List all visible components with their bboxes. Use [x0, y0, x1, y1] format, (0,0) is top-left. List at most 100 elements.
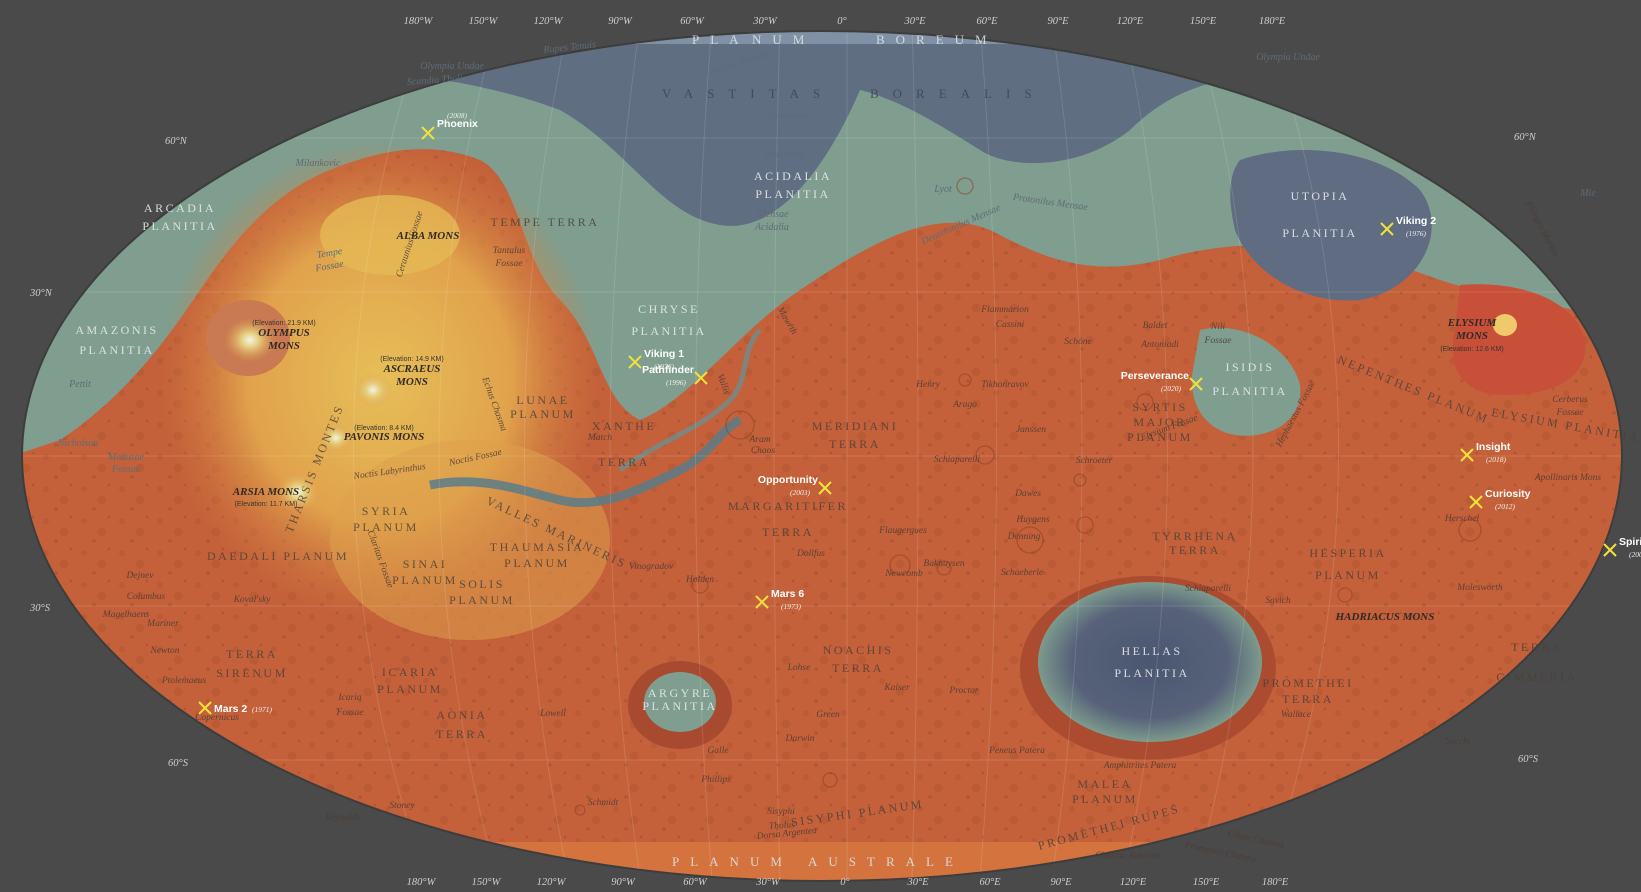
region-label: CHRYSE: [638, 302, 700, 316]
region-label: SYRTIS: [1132, 400, 1188, 414]
region-label: PLANUM: [1315, 568, 1381, 582]
landing-site-name: Spirit: [1619, 536, 1641, 548]
volcano-elevation-label: (Elevation: 14.9 KM): [380, 356, 443, 363]
feature-label: Baldet: [1143, 321, 1168, 331]
feature-label: Lomonosov: [766, 110, 814, 121]
region-label: AMAZONIS: [75, 323, 158, 337]
lat-label-60s-left: 60°S: [168, 758, 189, 769]
feature-label: Icaria: [337, 693, 361, 703]
mars-topographic-map: 180°W 150°W 120°W 90°W 60°W 30°W 0° 30°E 60°E 90°…: [21, 16, 1641, 888]
region-label: HELLAS: [1122, 644, 1183, 658]
landing-site-year: (2018): [1486, 455, 1506, 464]
region-label: UTOPIA: [1291, 189, 1350, 203]
feature-label: Molesworth: [1456, 583, 1503, 593]
landing-site-name: Insight: [1476, 441, 1511, 453]
region-label: ICARIA: [382, 665, 438, 679]
feature-label: Chasma Australe: [1095, 851, 1161, 861]
region-label: PLANUM: [353, 520, 419, 534]
feature-label: Fossae: [1556, 408, 1584, 418]
feature-label: Ulluin Chasma: [1226, 829, 1285, 851]
landing-site-spirit[interactable]: Spirit (2003): [1603, 536, 1641, 559]
feature-label: Holden: [685, 575, 714, 585]
longitude-top-label: 150°E: [1190, 16, 1217, 27]
longitude-bottom-label: 90°E: [1050, 877, 1072, 888]
feature-label: Peneus Patera: [988, 746, 1045, 756]
mars-map-stage: 180°W 150°W 120°W 90°W 60°W 30°W 0° 30°E 60°E 90°…: [0, 0, 1641, 892]
feature-label: Reynolds: [325, 813, 361, 823]
region-label: LUNAE: [516, 393, 569, 407]
feature-label: Pettit: [68, 379, 91, 390]
feature-label: Dollfus: [796, 548, 825, 559]
landing-site-year: (2008): [447, 111, 467, 120]
feature-label: Schaeberle: [1001, 568, 1043, 578]
feature-label: Match: [587, 433, 613, 443]
feature-label: Kaiser: [883, 683, 910, 693]
landing-site-year: (1971): [252, 705, 272, 714]
longitude-top-label: 120°W: [534, 16, 564, 27]
feature-label: Denning: [1007, 532, 1041, 542]
feature-label: Lowell: [539, 709, 566, 719]
feature-label: Mensae: [756, 209, 789, 220]
feature-label: Fossae: [336, 708, 364, 718]
longitude-bottom-label: 180°E: [1262, 877, 1289, 888]
volcano-name-label: MONS: [267, 340, 300, 352]
region-label: MARGARITIFER: [728, 499, 848, 513]
region-label: PLANITIA: [631, 324, 706, 338]
landing-site-name: Pathfinder: [642, 364, 694, 376]
region-label: ISIDIS: [1225, 360, 1274, 374]
landing-site-year: (1976): [1406, 229, 1426, 238]
region-label: ARGYRE: [648, 686, 712, 700]
planum-australe-part1: PLANUM: [672, 854, 793, 869]
longitude-bottom-label: 30°W: [755, 877, 781, 888]
region-label: SYRIA: [362, 504, 411, 518]
longitude-bottom-label: 0°: [840, 877, 850, 888]
landing-site-name: Curiosity: [1485, 488, 1531, 500]
region-label: TYRRHENA: [1152, 529, 1237, 543]
landing-site-name: Mars 6: [771, 588, 804, 600]
feature-label: Nicholson: [57, 438, 99, 449]
longitude-labels-top: 180°W 150°W 120°W 90°W 60°W 30°W 0° 30°E 60°E 90°…: [404, 16, 1286, 27]
feature-label: Koval'sky: [233, 595, 272, 605]
region-label: NOACHIS: [823, 643, 894, 657]
lat-label-60n-right: 60°N: [1514, 132, 1537, 143]
longitude-bottom-label: 180°W: [407, 877, 437, 888]
feature-label: Promethei Chasma: [1183, 840, 1257, 865]
feature-label: Huygens: [1015, 515, 1050, 525]
region-label: TERRA: [226, 647, 278, 661]
region-label: CIMMERIA: [1496, 670, 1577, 684]
landing-site-name: Viking 2: [1396, 215, 1436, 227]
region-label: TERRA: [832, 661, 884, 675]
feature-label: Cassini: [996, 320, 1025, 330]
volcano-elevation-label: (Elevation: 12.6 KM): [1440, 346, 1503, 353]
landing-site-year: (2003): [1629, 550, 1641, 559]
planum-boreum-part2: NUM: [752, 32, 815, 47]
volcano-name-label: ASCRAEUS: [383, 363, 441, 375]
feature-label: Wallace: [1281, 710, 1311, 720]
landing-site-name: Viking 1: [644, 348, 684, 360]
region-label: DAEDALI PLANUM: [207, 549, 349, 563]
region-label: TEMPE TERRA: [491, 215, 600, 229]
region-label: TERRA: [1282, 692, 1334, 706]
feature-label: Lohse: [787, 663, 811, 673]
volcano-name-label: HADRIACUS MONS: [1335, 611, 1435, 623]
feature-label: Secchi: [1446, 737, 1471, 747]
volcano-name-label: MONS: [1455, 330, 1488, 342]
feature-label: Newton: [149, 646, 179, 656]
vastitas-label: VASTITAS: [662, 86, 834, 101]
region-label: PLANITIA: [1114, 666, 1189, 680]
feature-label: Dejnev: [126, 571, 155, 581]
feature-label: Acidalia: [754, 222, 789, 233]
longitude-bottom-label: 30°E: [906, 877, 929, 888]
feature-label: Vinogradov: [629, 562, 674, 572]
feature-label: Mie: [1579, 188, 1596, 199]
landing-site-year: (1996): [666, 378, 686, 387]
feature-label: Schiaparelli: [934, 455, 980, 465]
lat-label-60n-left: 60°N: [165, 136, 188, 147]
feature-label: Aram: [748, 435, 770, 445]
region-label: TERRA: [598, 455, 650, 469]
longitude-labels-bottom: 180°W 150°W 120°W 90°W 60°W 30°W 0° 30°E 60°E 90°…: [407, 877, 1289, 888]
region-label: TERRA: [1169, 543, 1221, 557]
feature-label: Dawes: [1014, 489, 1041, 499]
region-label: PLANUM: [377, 682, 443, 696]
feature-label: Apollinaris Mons: [1534, 473, 1602, 483]
